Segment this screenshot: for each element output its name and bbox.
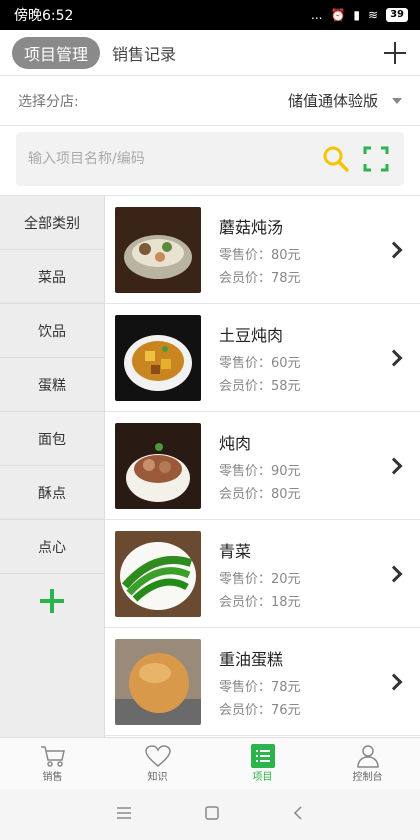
- back-icon[interactable]: [292, 805, 304, 825]
- category-dishes[interactable]: 菜品: [0, 250, 104, 304]
- wifi-icon: ≋: [368, 8, 379, 22]
- product-name: 青菜: [219, 541, 252, 561]
- branch-selector[interactable]: 选择分店: 储值通体验版: [0, 76, 420, 126]
- nav-projects[interactable]: 项目: [210, 738, 315, 789]
- product-name: 蘑菇炖汤: [219, 217, 284, 237]
- nav-sales[interactable]: 销售: [0, 738, 105, 789]
- category-pastry[interactable]: 酥点: [0, 466, 104, 520]
- add-category-button[interactable]: [0, 574, 104, 628]
- status-bar: 傍晚6:52 ... ⏰ ▮ ≋ 39: [0, 0, 420, 30]
- bottom-nav: 销售 知识 项目 控制台: [0, 737, 420, 789]
- member-price: 会员价：78元: [219, 270, 301, 286]
- retail-price: 零售价：80元: [219, 247, 301, 263]
- member-price: 会员价：80元: [219, 486, 301, 502]
- product-row[interactable]: 炖肉 零售价：90元 会员价：80元: [105, 412, 420, 520]
- search-input[interactable]: [28, 151, 312, 167]
- chevron-right-icon[interactable]: [385, 241, 403, 258]
- nav-console[interactable]: 控制台: [315, 738, 420, 789]
- product-list: 蘑菇炖汤 零售价：80元 会员价：78元 土豆炖肉 零售价：60元 会员价：58…: [105, 196, 420, 737]
- main-content: 全部类别 菜品 饮品 蛋糕 面包 酥点 点心 蘑菇炖汤 零售价：80元 会员价：…: [0, 196, 420, 737]
- chevron-right-icon[interactable]: [385, 673, 403, 690]
- product-name: 土豆炖肉: [219, 325, 284, 345]
- person-icon: [356, 745, 379, 768]
- home-icon[interactable]: [204, 805, 220, 825]
- search-area: [0, 126, 420, 196]
- search-icon[interactable]: [320, 143, 352, 175]
- product-name: 炖肉: [219, 433, 252, 453]
- member-price: 会员价：18元: [219, 594, 301, 610]
- android-nav-bar: [0, 789, 420, 840]
- search-box: [16, 132, 404, 186]
- retail-price: 零售价：60元: [219, 355, 301, 371]
- category-dimsum[interactable]: 点心: [0, 520, 104, 574]
- retail-price: 零售价：78元: [219, 679, 301, 695]
- status-time: 傍晚6:52: [14, 8, 74, 24]
- status-dots: ...: [311, 8, 323, 22]
- category-all[interactable]: 全部类别: [0, 196, 104, 250]
- category-drinks[interactable]: 饮品: [0, 304, 104, 358]
- product-row[interactable]: 重油蛋糕 零售价：78元 会员价：76元: [105, 628, 420, 736]
- heart-icon: [144, 745, 171, 767]
- product-image: [115, 314, 201, 401]
- product-image: [115, 422, 201, 509]
- tab-project-management[interactable]: 项目管理: [12, 36, 101, 69]
- nav-console-label: 控制台: [352, 772, 383, 783]
- product-image: [115, 530, 201, 617]
- product-row[interactable]: 土豆炖肉 零售价：60元 会员价：58元: [105, 304, 420, 412]
- retail-price: 零售价：90元: [219, 463, 301, 479]
- product-row[interactable]: 青菜 零售价：20元 会员价：18元: [105, 520, 420, 628]
- branch-value[interactable]: 储值通体验版: [288, 90, 378, 111]
- top-bar: 项目管理 销售记录: [0, 30, 420, 76]
- category-cakes[interactable]: 蛋糕: [0, 358, 104, 412]
- chevron-down-icon[interactable]: [392, 97, 402, 104]
- nav-projects-label: 项目: [252, 772, 273, 783]
- retail-price: 零售价：20元: [219, 571, 301, 587]
- nav-sales-label: 销售: [42, 772, 63, 783]
- product-name: 重油蛋糕: [219, 649, 284, 669]
- nav-knowledge-label: 知识: [147, 772, 168, 783]
- category-sidebar: 全部类别 菜品 饮品 蛋糕 面包 酥点 点心: [0, 196, 105, 737]
- list-icon: [250, 744, 275, 768]
- alarm-icon: ⏰: [330, 8, 346, 22]
- menu-icon[interactable]: [116, 805, 132, 824]
- add-button[interactable]: [382, 40, 408, 66]
- product-row[interactable]: 蘑菇炖汤 零售价：80元 会员价：78元: [105, 196, 420, 304]
- chevron-right-icon[interactable]: [385, 349, 403, 366]
- scan-icon[interactable]: [360, 143, 392, 175]
- product-image: [115, 638, 201, 725]
- member-price: 会员价：58元: [219, 378, 301, 394]
- nav-knowledge[interactable]: 知识: [105, 738, 210, 789]
- product-image: [115, 206, 201, 293]
- category-bread[interactable]: 面包: [0, 412, 104, 466]
- tab-sales-records[interactable]: 销售记录: [112, 41, 176, 65]
- signal-icon: ▮: [353, 8, 361, 22]
- battery-icon: 39: [386, 8, 408, 22]
- cart-icon: [40, 746, 65, 767]
- member-price: 会员价：76元: [219, 702, 301, 718]
- chevron-right-icon[interactable]: [385, 457, 403, 474]
- chevron-right-icon[interactable]: [385, 565, 403, 582]
- branch-label: 选择分店:: [18, 93, 79, 110]
